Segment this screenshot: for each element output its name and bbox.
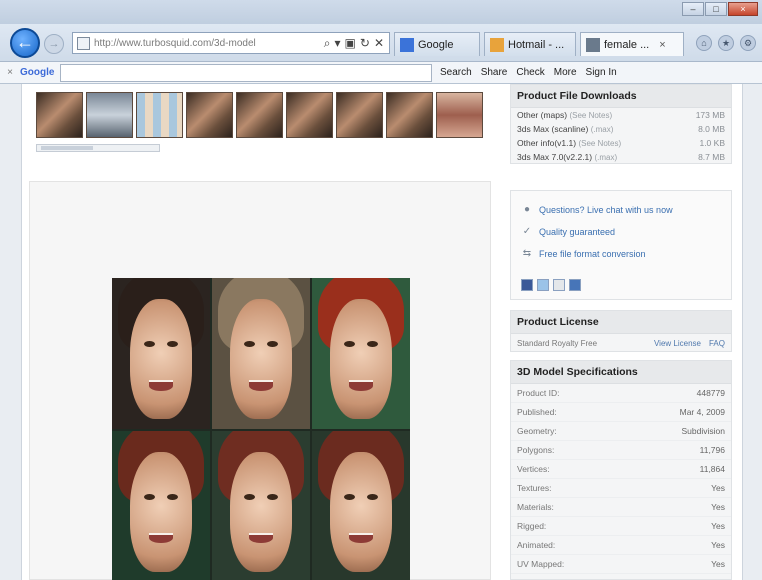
search-icon[interactable]: ⌕ [324,36,331,51]
thumbnail[interactable] [36,92,83,138]
vertical-scrollbar[interactable] [742,84,762,580]
license-title: Product License [511,311,731,334]
address-bar[interactable]: http://www.turbosquid.com/3d-model ⌕ ▾ ▣… [72,32,390,54]
face-render [312,278,410,429]
face-render [312,430,410,580]
close-toolbar-icon[interactable]: × [0,67,20,78]
tab-hotmail[interactable]: Hotmail - ... [484,32,576,56]
convert-icon: ⇆ [522,248,532,259]
minimize-button[interactable]: – [682,2,704,16]
dropdown-icon[interactable]: ▾ [335,36,341,51]
back-button[interactable]: ← [10,28,40,58]
tab-label: Google [418,38,454,51]
specs-title: 3D Model Specifications [511,361,731,384]
linkedin-icon[interactable] [569,279,581,291]
thumbnail[interactable] [386,92,433,138]
email-icon[interactable] [553,279,565,291]
thumbnail[interactable] [336,92,383,138]
social-share [511,273,731,301]
download-row[interactable]: Other info(v1.1) (See Notes) 1.0 KB [511,136,731,150]
google-toolbar-tools: Search Share Check More Sign In [440,67,617,78]
thumbnail[interactable] [436,92,483,138]
specs-panel: 3D Model Specifications Product ID: 44877… [510,360,732,580]
spec-row: Published: Mar 4, 2009 [511,403,731,422]
home-icon[interactable]: ⌂ [696,35,712,51]
tab-google[interactable]: Google [394,32,480,56]
download-row[interactable]: 3ds Max 7.0(v2.2.1) (.max) 8.7 MB [511,150,731,164]
download-row[interactable]: Other (maps) (See Notes) 173 MB [511,108,731,122]
maximize-button[interactable]: □ [705,2,727,16]
toolbar-search-button[interactable]: Search [440,67,472,78]
left-border [0,84,22,580]
image-viewer [29,181,491,580]
spec-row: Geometry: Subdivision [511,422,731,441]
downloads-panel: Product File Downloads Other (maps) (See… [510,84,732,164]
google-toolbar: × Google Search Share Check More Sign In [0,62,762,84]
thumbnail[interactable] [86,92,133,138]
quality-link[interactable]: ✓ Quality guaranteed [521,221,721,243]
browser-toolbar-icons: ⌂ ★ ⚙ [696,35,756,51]
spec-row: Rigged: Yes [511,517,731,536]
live-chat-link[interactable]: ● Questions? Live chat with us now [521,199,721,221]
tab-label: female ... [604,38,650,51]
thumbnail-strip [36,92,486,138]
gear-icon[interactable]: ⚙ [740,35,756,51]
spec-row: UV Mapped: Yes [511,555,731,574]
favorites-icon[interactable]: ★ [718,35,734,51]
spec-row: Product ID: 448779 [511,384,731,403]
tab-female[interactable]: female ... × [580,32,684,56]
toolbar-more-button[interactable]: More [554,67,577,78]
close-tab-icon[interactable]: × [659,39,665,51]
google-logo: Google [20,67,55,78]
spec-row: Animated: Yes [511,536,731,555]
spec-row: Materials: Yes [511,498,731,517]
license-panel: Product License Standard Royalty Free Vi… [510,310,732,352]
spec-row: Vertices: 11,864 [511,460,731,479]
navigation-bar: ← → http://www.turbosquid.com/3d-model ⌕… [0,24,762,62]
google-search-input[interactable] [60,63,432,82]
thumbnail[interactable] [236,92,283,138]
chat-icon: ● [523,204,531,215]
page-content: Product File Downloads Other (maps) (See… [22,84,762,580]
close-window-button[interactable]: × [728,2,758,16]
downloads-title: Product File Downloads [511,85,731,108]
face-render [212,430,310,580]
thumbnail[interactable] [286,92,333,138]
product-render-image [112,278,410,580]
toolbar-signin-button[interactable]: Sign In [586,67,617,78]
faq-link[interactable]: FAQ [709,339,725,348]
thumbnail-scrollbar[interactable] [36,144,160,152]
address-tools: ⌕ ▾ ▣ ↻ ✕ [324,36,389,51]
view-license-link[interactable]: View License [654,339,701,348]
conversion-link[interactable]: ⇆ Free file format conversion [521,243,721,265]
face-render [112,430,210,580]
hotmail-tab-icon [490,37,504,52]
spec-row: Polygons: 11,796 [511,441,731,460]
toolbar-share-button[interactable]: Share [481,67,508,78]
page-icon [77,36,90,50]
spec-row: Textures: Yes [511,479,731,498]
tab-label: Hotmail - ... [508,38,565,51]
forward-button[interactable]: → [44,34,64,54]
twitter-icon[interactable] [537,279,549,291]
facebook-icon[interactable] [521,279,533,291]
check-icon: ✓ [522,226,532,237]
stop-icon[interactable]: ✕ [374,36,384,51]
license-name: Standard Royalty Free [517,339,598,348]
compat-icon[interactable]: ▣ [345,36,356,51]
window-controls: – □ × [682,2,758,16]
toolbar-check-button[interactable]: Check [516,67,544,78]
refresh-icon[interactable]: ↻ [360,36,370,51]
help-links-panel: ● Questions? Live chat with us now ✓ Quali… [510,190,732,300]
face-render [212,278,310,429]
page-tab-icon [586,37,600,52]
download-row[interactable]: 3ds Max (scanline) (.max) 8.0 MB [511,122,731,136]
face-render [112,278,210,429]
google-tab-icon [400,37,414,52]
thumbnail[interactable] [186,92,233,138]
thumbnail[interactable] [136,92,183,138]
address-url[interactable]: http://www.turbosquid.com/3d-model [94,38,294,49]
